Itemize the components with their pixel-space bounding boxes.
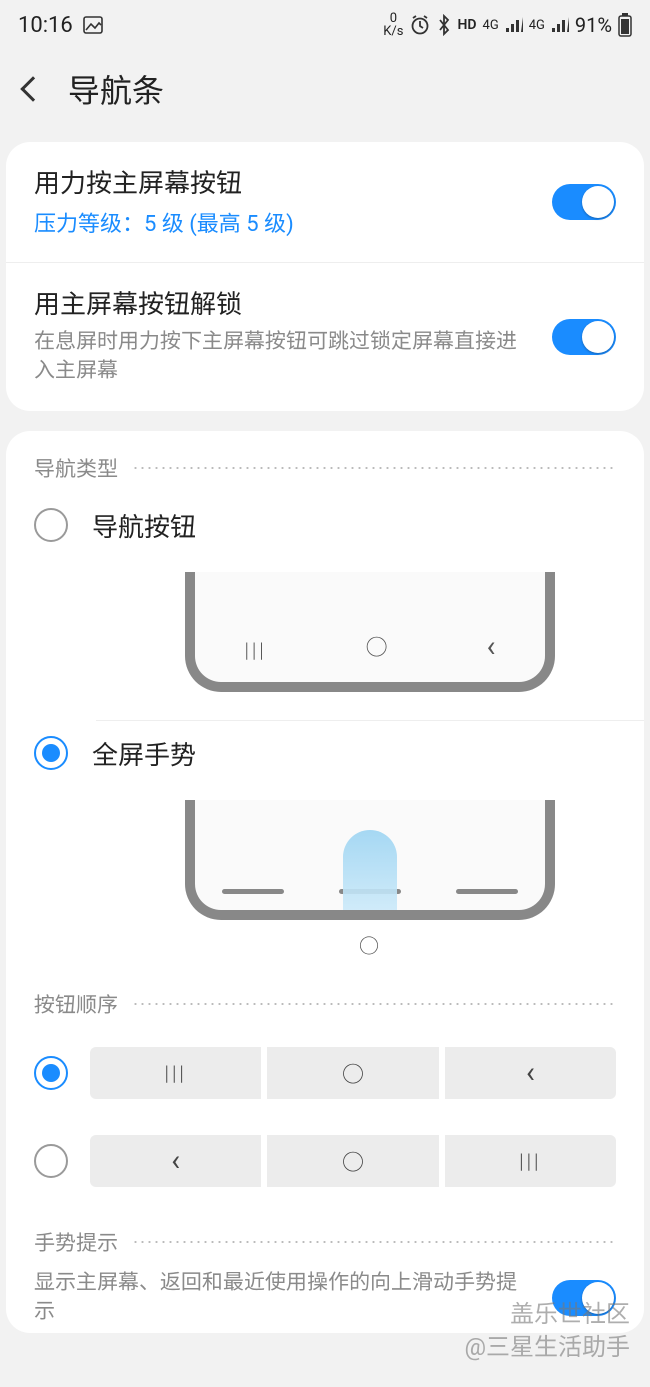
back-nav-icon <box>526 1058 535 1088</box>
gesture-hint-title: 手势提示 <box>34 1227 118 1257</box>
section-button-order: 按钮顺序 <box>6 959 644 1029</box>
gesture-hint-toggle[interactable] <box>552 1280 616 1316</box>
home-icon <box>342 1057 364 1089</box>
option-nav-buttons[interactable]: 导航按钮 <box>6 493 644 544</box>
signal-1-icon <box>505 17 523 33</box>
home-icon <box>342 1145 364 1177</box>
hard-press-toggle[interactable] <box>552 184 616 220</box>
option-gesture[interactable]: 全屏手势 <box>6 721 644 772</box>
signal-2-icon <box>551 17 569 33</box>
gesture-bar-right <box>456 889 518 894</box>
section-nav-type-label: 导航类型 <box>34 453 118 483</box>
divider-dots <box>132 467 616 469</box>
radio-gesture[interactable] <box>34 736 68 770</box>
section-gesture-hint: 手势提示 <box>6 1205 644 1267</box>
net-speed-icon: 0 K/s <box>383 12 403 38</box>
hd-icon: HD <box>457 17 476 33</box>
alarm-icon <box>409 14 431 36</box>
row-gesture-hint[interactable]: 显示主屏幕、返回和最近使用操作的向上滑动手势提示 <box>6 1267 644 1334</box>
unlock-home-toggle[interactable] <box>552 319 616 355</box>
option-nav-buttons-label: 导航按钮 <box>92 507 196 544</box>
card-nav-settings: 导航类型 导航按钮 全屏手势 ○ <box>6 431 644 1334</box>
watermark-line2: @三星生活助手 <box>464 1331 630 1365</box>
recent-apps-icon <box>244 638 266 662</box>
status-time: 10:16 <box>18 13 73 38</box>
signal-1-label: 4G <box>483 18 499 33</box>
order-segment-1 <box>90 1047 616 1099</box>
radio-order-2[interactable] <box>34 1144 68 1178</box>
page-header: 导航条 <box>0 44 650 142</box>
row-hard-press[interactable]: 用力按主屏幕按钮 压力等级：5 级 (最高 5 级) <box>6 142 644 262</box>
gesture-hint-desc: 显示主屏幕、返回和最近使用操作的向上滑动手势提示 <box>34 1269 536 1328</box>
unlock-home-title: 用主屏幕按钮解锁 <box>34 287 536 323</box>
hard-press-title: 用力按主屏幕按钮 <box>34 166 536 202</box>
battery-percent: 91% <box>575 13 612 37</box>
status-bar: 10:16 0 K/s HD 4G 4G 91% <box>0 0 650 44</box>
home-indicator-icon: ○ <box>185 930 555 959</box>
radio-order-1[interactable] <box>34 1056 68 1090</box>
back-icon[interactable] <box>20 76 45 101</box>
unlock-home-desc: 在息屏时用力按下主屏幕按钮可跳过锁定屏幕直接进入主屏幕 <box>34 328 536 387</box>
row-unlock-home[interactable]: 用主屏幕按钮解锁 在息屏时用力按下主屏幕按钮可跳过锁定屏幕直接进入主屏幕 <box>6 262 644 410</box>
section-button-order-label: 按钮顺序 <box>34 989 118 1019</box>
home-icon <box>366 630 388 662</box>
picture-icon <box>83 16 103 34</box>
swipe-finger-icon <box>343 830 397 910</box>
recent-apps-icon <box>519 1149 541 1173</box>
hard-press-subtitle: 压力等级：5 级 (最高 5 级) <box>34 206 536 238</box>
order-option-2[interactable] <box>6 1117 644 1205</box>
bluetooth-icon <box>437 14 451 36</box>
divider-dots <box>132 1003 616 1005</box>
preview-nav-buttons <box>6 544 644 692</box>
battery-icon <box>618 13 632 37</box>
back-nav-icon <box>487 632 496 662</box>
gesture-bar-left <box>222 889 284 894</box>
card-home-button: 用力按主屏幕按钮 压力等级：5 级 (最高 5 级) 用主屏幕按钮解锁 在息屏时… <box>6 142 644 411</box>
recent-apps-icon <box>165 1061 187 1085</box>
divider-dots <box>132 1241 616 1243</box>
option-gesture-label: 全屏手势 <box>92 735 196 772</box>
signal-2-label: 4G <box>529 18 545 33</box>
order-option-1[interactable] <box>6 1029 644 1117</box>
order-segment-2 <box>90 1135 616 1187</box>
radio-nav-buttons[interactable] <box>34 508 68 542</box>
preview-gesture: ○ <box>6 772 644 959</box>
section-nav-type: 导航类型 <box>6 431 644 493</box>
back-nav-icon <box>171 1146 180 1176</box>
page-title: 导航条 <box>68 66 164 112</box>
